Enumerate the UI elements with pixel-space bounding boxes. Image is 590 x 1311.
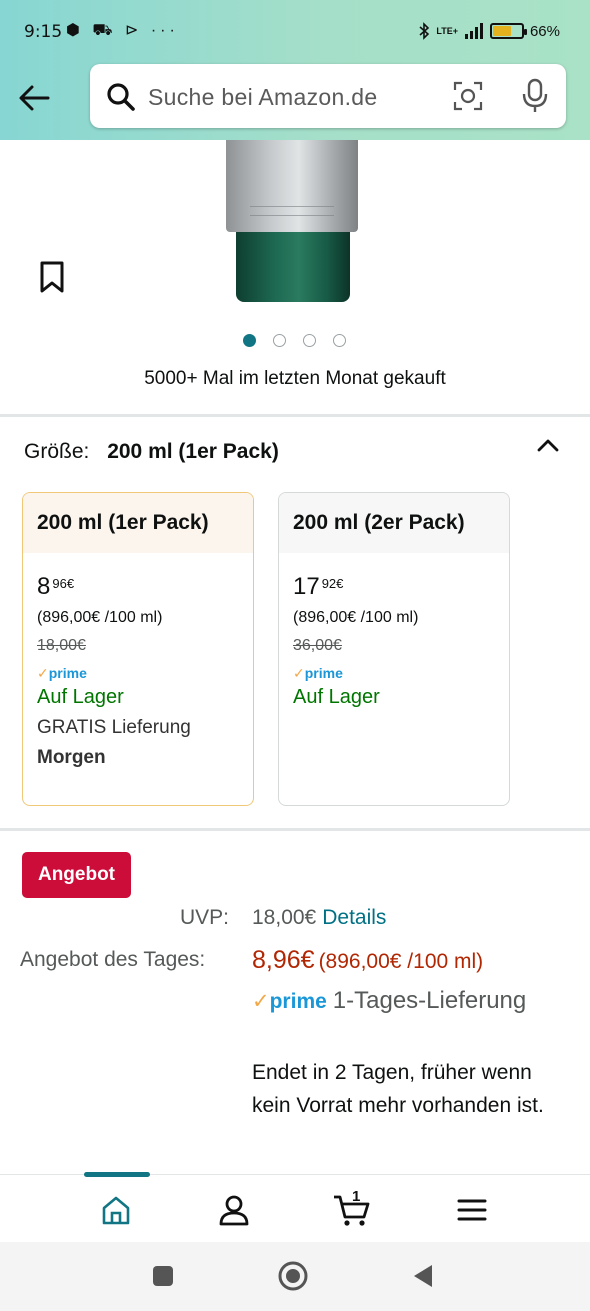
product-cap	[236, 232, 350, 302]
size-label: Größe:	[24, 440, 90, 463]
price-whole: 17	[293, 573, 320, 600]
deal-price: 8,96€	[252, 946, 315, 974]
nav-active-indicator	[84, 1172, 150, 1177]
size-option-card[interactable]: 200 ml (2er Pack) 17 92€ (896,00€ /100 ml…	[278, 492, 510, 806]
details-link[interactable]: Details	[322, 906, 386, 929]
size-option-card[interactable]: 200 ml (1er Pack) 8 96€ (896,00€ /100 ml)…	[22, 492, 254, 806]
status-time: 9:15	[24, 22, 63, 42]
search-bar[interactable]: Suche bei Amazon.de	[90, 64, 566, 128]
deal-unit-price: (896,00€ /100 ml)	[318, 950, 484, 973]
prime-label: prime	[269, 990, 327, 1013]
option-stock: Auf Lager	[37, 686, 124, 708]
pager-dot[interactable]	[333, 334, 346, 347]
chevron-up-icon	[537, 439, 559, 452]
product-tube	[226, 140, 358, 232]
deal-price-row: 8,96€ (896,00€ /100 ml)	[252, 946, 483, 975]
option-delivery-day: Morgen	[37, 747, 106, 768]
status-bar: 9:15 ⬢ ⛟ ⊳ ··· LTE+ 66%	[0, 0, 590, 64]
bluetooth-icon	[419, 22, 430, 40]
save-bookmark-button[interactable]	[38, 260, 66, 299]
size-selector-header[interactable]: Größe: 200 ml (1er Pack)	[24, 440, 279, 464]
divider	[0, 828, 590, 831]
uvp-value: 18,00€	[252, 906, 317, 929]
option-list-price: 18,00€	[37, 637, 86, 654]
search-input[interactable]: Suche bei Amazon.de	[148, 84, 377, 111]
account-icon	[219, 1195, 249, 1226]
size-selected-value: 200 ml (1er Pack)	[107, 440, 279, 463]
cart-count: 1	[352, 1188, 361, 1205]
option-list-price: 36,00€	[293, 637, 342, 654]
option-stock: Auf Lager	[293, 686, 380, 708]
search-icon	[106, 82, 136, 117]
product-label-print	[250, 206, 334, 216]
menu-icon	[457, 1199, 487, 1221]
microphone-icon[interactable]	[522, 78, 548, 119]
product-image[interactable]	[226, 140, 358, 302]
option-unit-price: (896,00€ /100 ml)	[293, 609, 419, 626]
nav-home[interactable]	[96, 1190, 136, 1230]
signal-icon	[464, 23, 483, 39]
option-delivery: GRATIS Lieferung	[37, 717, 191, 738]
pager-dot[interactable]	[303, 334, 316, 347]
battery-fill	[492, 26, 511, 36]
prime-badge: ✓prime	[279, 655, 509, 682]
prime-check-icon: ✓	[37, 665, 49, 681]
option-price: 8 96€	[23, 553, 253, 599]
deal-ends-note: Endet in 2 Tagen, früher wenn kein Vorra…	[252, 1061, 544, 1117]
nav-menu[interactable]	[452, 1190, 492, 1230]
option-unit-price: (896,00€ /100 ml)	[37, 609, 163, 626]
deal-of-day-label: Angebot des Tages:	[20, 948, 206, 971]
battery-icon	[489, 23, 527, 39]
deal-badge: Angebot	[22, 852, 131, 898]
nav-cart[interactable]: 1	[332, 1188, 372, 1230]
square-icon	[153, 1266, 173, 1286]
size-option-name: 200 ml (2er Pack)	[279, 493, 509, 553]
status-right: LTE+ 66%	[418, 22, 560, 40]
option-price: 17 92€	[279, 553, 509, 599]
pager-dot[interactable]	[243, 334, 256, 347]
uvp-label: UVP:	[180, 906, 230, 929]
image-pager[interactable]	[243, 334, 346, 347]
prime-delivery-text: 1-Tages-Lieferung	[332, 987, 527, 1014]
uvp-value-row: 18,00€ Details	[252, 906, 386, 930]
prime-check-icon: ✓	[293, 665, 305, 681]
bookmark-icon	[40, 261, 64, 293]
price-currency: €	[336, 576, 344, 591]
home-icon	[102, 1196, 130, 1225]
divider	[0, 414, 590, 417]
price-fraction: 96	[52, 576, 67, 591]
bottom-nav	[0, 1174, 590, 1242]
back-button[interactable]	[14, 78, 54, 118]
camera-scan-icon[interactable]	[452, 80, 484, 117]
price-fraction: 92	[321, 576, 337, 591]
prime-badge: ✓prime	[252, 990, 327, 1013]
recents-button[interactable]	[146, 1259, 180, 1293]
triangle-back-icon	[414, 1265, 432, 1287]
battery-percent: 66%	[529, 22, 560, 40]
prime-check-icon: ✓	[252, 990, 270, 1013]
prime-label: prime	[48, 665, 87, 681]
pager-dot[interactable]	[273, 334, 286, 347]
purchase-count: 5000+ Mal im letzten Monat gekauft	[144, 368, 446, 389]
home-system-button[interactable]	[276, 1259, 310, 1293]
price-whole: 8	[37, 573, 51, 600]
price-currency: €	[66, 576, 75, 591]
nav-account[interactable]	[214, 1190, 254, 1230]
prime-badge: ✓prime	[23, 655, 253, 682]
notification-icons: ⬢ ⛟ ⊳ ···	[66, 22, 179, 39]
size-option-name: 200 ml (1er Pack)	[23, 493, 253, 553]
back-system-button[interactable]	[406, 1259, 440, 1293]
prime-delivery: ✓prime 1-Tages-Lieferung	[252, 984, 572, 1019]
collapse-button[interactable]	[536, 434, 560, 463]
prime-label: prime	[304, 665, 343, 681]
back-arrow-icon	[19, 85, 50, 111]
circle-icon	[278, 1261, 308, 1291]
network-label: LTE+	[436, 26, 458, 36]
